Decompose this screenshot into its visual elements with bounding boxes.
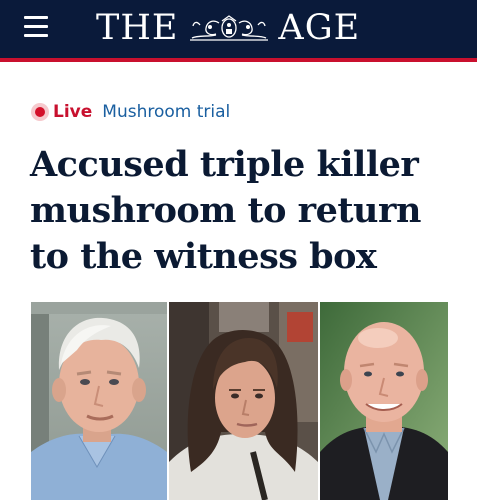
article-hero-image[interactable]: [31, 302, 448, 500]
article-kicker: Live Mushroom trial: [31, 100, 230, 124]
masthead-right-word: AGE: [278, 8, 361, 48]
top-navigation-bar: THE AGE: [0, 0, 477, 58]
coat-of-arms-icon: [190, 15, 269, 41]
masthead-logo[interactable]: THE AGE: [96, 8, 360, 48]
header-accent-stripe: [0, 58, 477, 62]
photo-older-man: [31, 302, 167, 500]
photo-woman: [169, 302, 318, 500]
article-headline[interactable]: Accused triple killer mushroom to return…: [30, 142, 460, 280]
live-label: Live: [53, 102, 93, 122]
topic-link[interactable]: Mushroom trial: [102, 102, 230, 122]
hamburger-menu-icon[interactable]: [24, 16, 48, 38]
masthead-left-word: THE: [96, 8, 179, 48]
photo-bald-man: [320, 302, 448, 500]
live-indicator-icon: [31, 103, 49, 121]
